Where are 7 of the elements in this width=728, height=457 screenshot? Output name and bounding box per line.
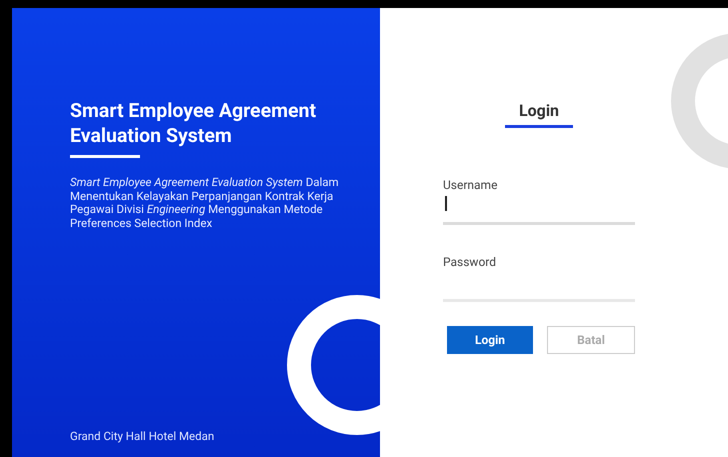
login-button[interactable]: Login <box>447 326 533 354</box>
field-label: Username <box>443 178 498 192</box>
footer-text: Grand City Hall Hotel Medan <box>70 429 216 443</box>
field-label: Password <box>443 255 498 269</box>
app-title: Smart Employee Agreement Evaluation System <box>70 98 318 148</box>
app-description: Smart Employee Agreement Evaluation System Dalam Menentukan Kelayakan Perpanjangan Kontrak Kerja Pegawai Divisi Engineering Menggunakan Metode Preferences Selection Index <box>70 176 340 230</box>
login-heading: Login <box>518 101 560 120</box>
